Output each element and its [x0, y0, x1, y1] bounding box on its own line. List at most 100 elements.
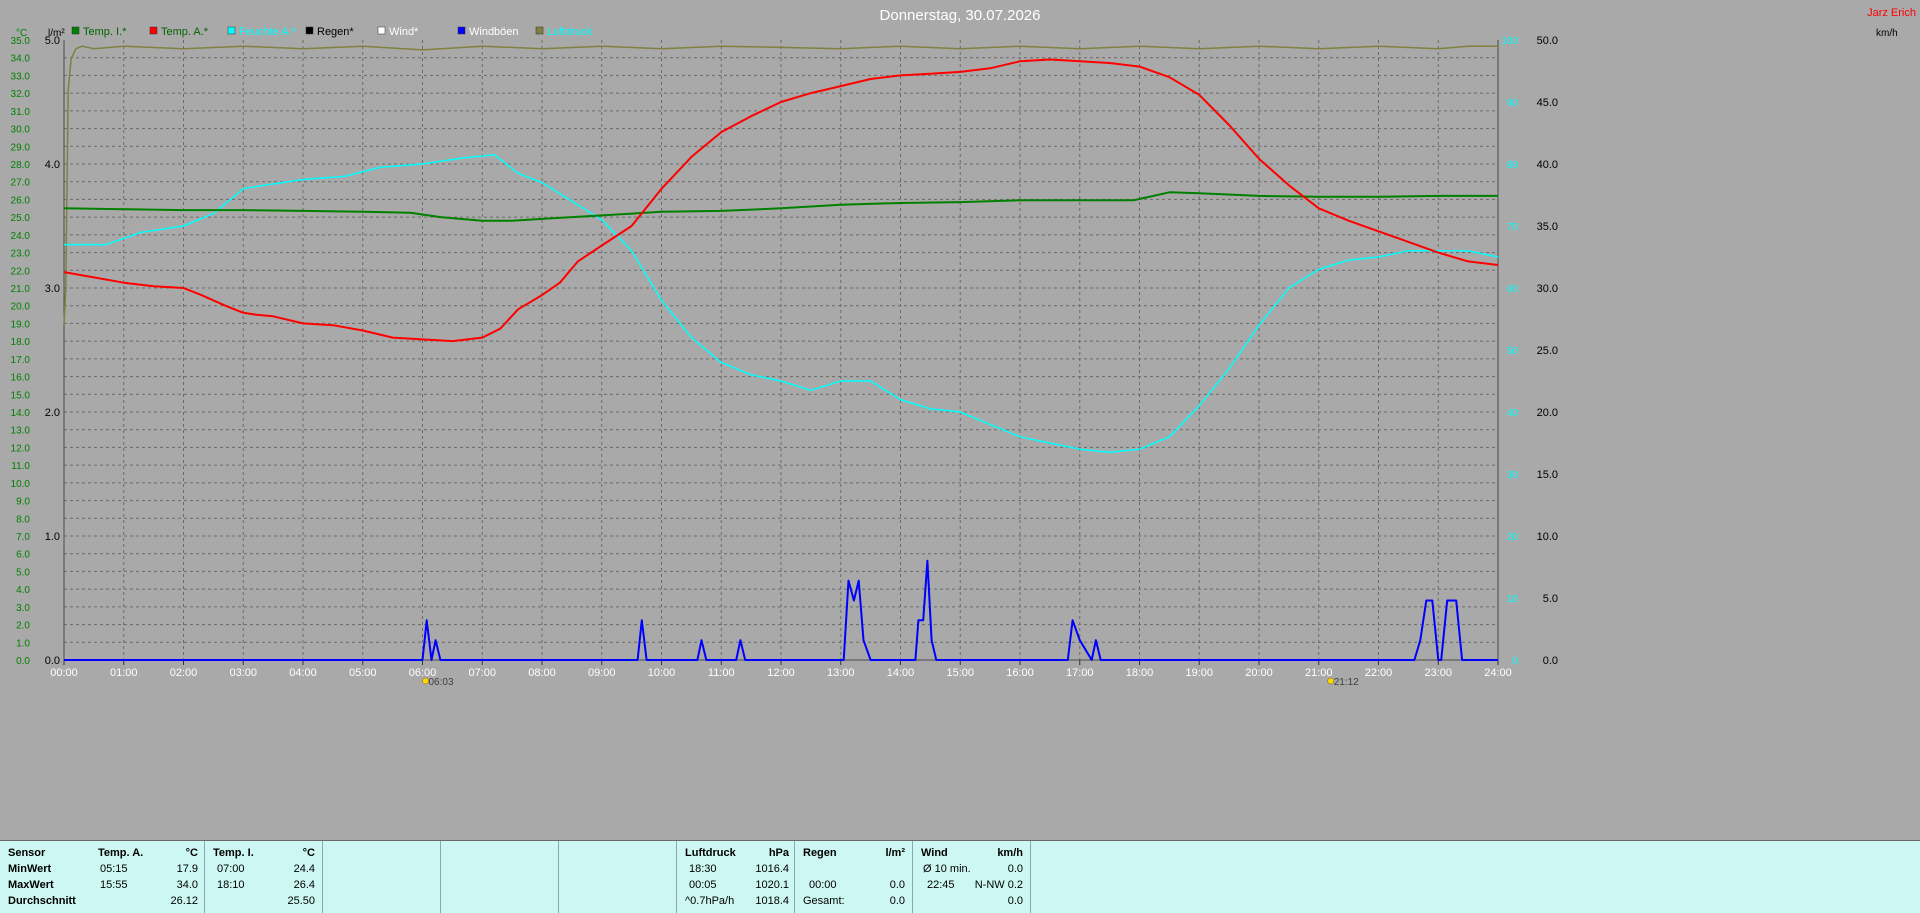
temp-tick-label: 15.0	[11, 390, 31, 401]
wind-tick-label: 40.0	[1537, 159, 1558, 171]
rain-column: Regen l/m² 00:00 0.0 Gesamt: 0.0	[795, 841, 913, 913]
wind-max-time: 22:45	[927, 879, 955, 891]
x-tick-label: 01:00	[110, 667, 138, 679]
temp-i-unit: °C	[302, 847, 315, 859]
temp-a-avg: 26.12	[170, 895, 198, 907]
x-tick-label: 14:00	[887, 667, 915, 679]
rain-tick-label: 3.0	[45, 283, 60, 295]
humidity-tick-label: 20	[1507, 532, 1519, 543]
legend-swatch	[71, 26, 80, 35]
humidity-tick-label: 40	[1507, 408, 1519, 419]
x-tick-label: 11:00	[708, 667, 735, 679]
temp-tick-label: 8.0	[16, 514, 30, 525]
wind-column: Wind km/h Ø 10 min. 0.0 22:45 N-NW 0.2 0…	[913, 841, 1031, 913]
temp-tick-label: 20.0	[11, 302, 31, 313]
legend-swatch	[149, 26, 158, 35]
temp-tick-label: 11.0	[11, 461, 30, 472]
legend-label: Windböen	[469, 26, 519, 38]
x-tick-label: 13:00	[827, 667, 855, 679]
humidity-tick-label: 60	[1507, 284, 1519, 295]
temp-tick-label: 16.0	[11, 373, 31, 384]
row-label-avg: Durchschnitt	[8, 895, 76, 907]
legend-swatch	[457, 26, 466, 35]
chart-title: Donnerstag, 30.07.2026	[880, 7, 1041, 24]
humidity-tick-label: 90	[1507, 98, 1519, 109]
sensor-column: Sensor MinWert MaxWert Durchschnitt Temp…	[0, 841, 205, 913]
x-tick-label: 17:00	[1066, 667, 1094, 679]
rain-total-label: Gesamt:	[803, 895, 845, 907]
legend-label: Temp. I.*	[83, 26, 127, 38]
legend-swatch	[377, 26, 386, 35]
temp-tick-label: 12.0	[11, 443, 31, 454]
x-tick-label: 20:00	[1245, 667, 1273, 679]
temp-tick-label: 28.0	[11, 160, 31, 171]
x-tick-label: 12:00	[767, 667, 795, 679]
humidity-tick-label: 50	[1507, 346, 1519, 357]
temp-tick-label: 4.0	[16, 585, 30, 596]
legend-label: Regen*	[317, 26, 354, 38]
weather-chart: Donnerstag, 30.07.2026 Jarz Erich °C l/m…	[0, 0, 1920, 840]
humidity-tick-label: 0	[1512, 656, 1518, 667]
pressure-header: Luftdruck	[685, 847, 736, 859]
x-tick-label: 00:00	[50, 667, 78, 679]
wind-tick-label: 25.0	[1537, 345, 1558, 357]
legend-label: Feuchte A.*	[239, 26, 297, 38]
temp-tick-label: 14.0	[11, 408, 31, 419]
legend-swatch	[305, 26, 314, 35]
temp-tick-label: 27.0	[11, 178, 31, 189]
row-label-max: MaxWert	[8, 879, 54, 891]
x-tick-label: 09:00	[588, 667, 616, 679]
temp-tick-label: 0.0	[16, 656, 30, 667]
x-tick-label: 05:00	[349, 667, 377, 679]
wind-unit: km/h	[997, 847, 1023, 859]
pressure-min: 1016.4	[755, 863, 789, 875]
humidity-tick-label: 10	[1507, 594, 1519, 605]
temp-tick-label: 5.0	[16, 567, 30, 578]
humidity-tick-label: 80	[1507, 160, 1519, 171]
wind-tick-label: 45.0	[1537, 97, 1558, 109]
x-tick-label: 08:00	[528, 667, 556, 679]
x-tick-label: 07:00	[468, 667, 496, 679]
wind-tick-label: 20.0	[1537, 407, 1558, 419]
temp-tick-label: 33.0	[11, 71, 31, 82]
x-tick-label: 04:00	[289, 667, 317, 679]
x-tick-label: 15:00	[946, 667, 974, 679]
temp-tick-label: 34.0	[11, 54, 31, 65]
temp-tick-label: 23.0	[11, 249, 31, 260]
x-tick-label: 02:00	[170, 667, 198, 679]
legend-swatch	[227, 26, 236, 35]
x-tick-label: 22:00	[1365, 667, 1393, 679]
temp-i-min: 24.4	[293, 863, 315, 875]
pressure-min-time: 18:30	[689, 863, 717, 875]
empty-column-1	[323, 841, 441, 913]
legend-label: Temp. A.*	[161, 26, 209, 38]
wind-tick-label: 35.0	[1537, 221, 1558, 233]
temp-tick-label: 1.0	[16, 638, 30, 649]
legend-label: Luftdruck	[547, 26, 593, 38]
x-tick-label: 03:00	[229, 667, 257, 679]
x-tick-label: 21:00	[1305, 667, 1333, 679]
legend-label: Wind*	[389, 26, 419, 38]
temp-tick-label: 21.0	[11, 284, 31, 295]
rain-unit: l/m²	[885, 847, 905, 859]
temp-i-max-time: 18:10	[217, 879, 245, 891]
x-tick-label: 18:00	[1126, 667, 1154, 679]
wind-tick-label: 15.0	[1537, 469, 1558, 481]
temp-tick-label: 32.0	[11, 89, 31, 100]
temp-tick-label: 25.0	[11, 213, 31, 224]
wind-header: Wind	[921, 847, 948, 859]
x-tick-label: 23:00	[1424, 667, 1452, 679]
pressure-avg: 1018.4	[755, 895, 789, 907]
x-tick-label: 19:00	[1185, 667, 1213, 679]
temp-tick-label: 24.0	[11, 231, 31, 242]
temp-tick-label: 7.0	[16, 532, 30, 543]
rain-max: 0.0	[889, 879, 905, 891]
temp-tick-label: 2.0	[16, 621, 30, 632]
rain-tick-label: 0.0	[45, 655, 60, 667]
sensor-header: Sensor	[8, 847, 46, 859]
empty-column-2	[441, 841, 559, 913]
temp-tick-label: 9.0	[16, 497, 30, 508]
temp-tick-label: 13.0	[11, 426, 31, 437]
temp-tick-label: 30.0	[11, 125, 31, 136]
wind-tick-label: 30.0	[1537, 283, 1558, 295]
